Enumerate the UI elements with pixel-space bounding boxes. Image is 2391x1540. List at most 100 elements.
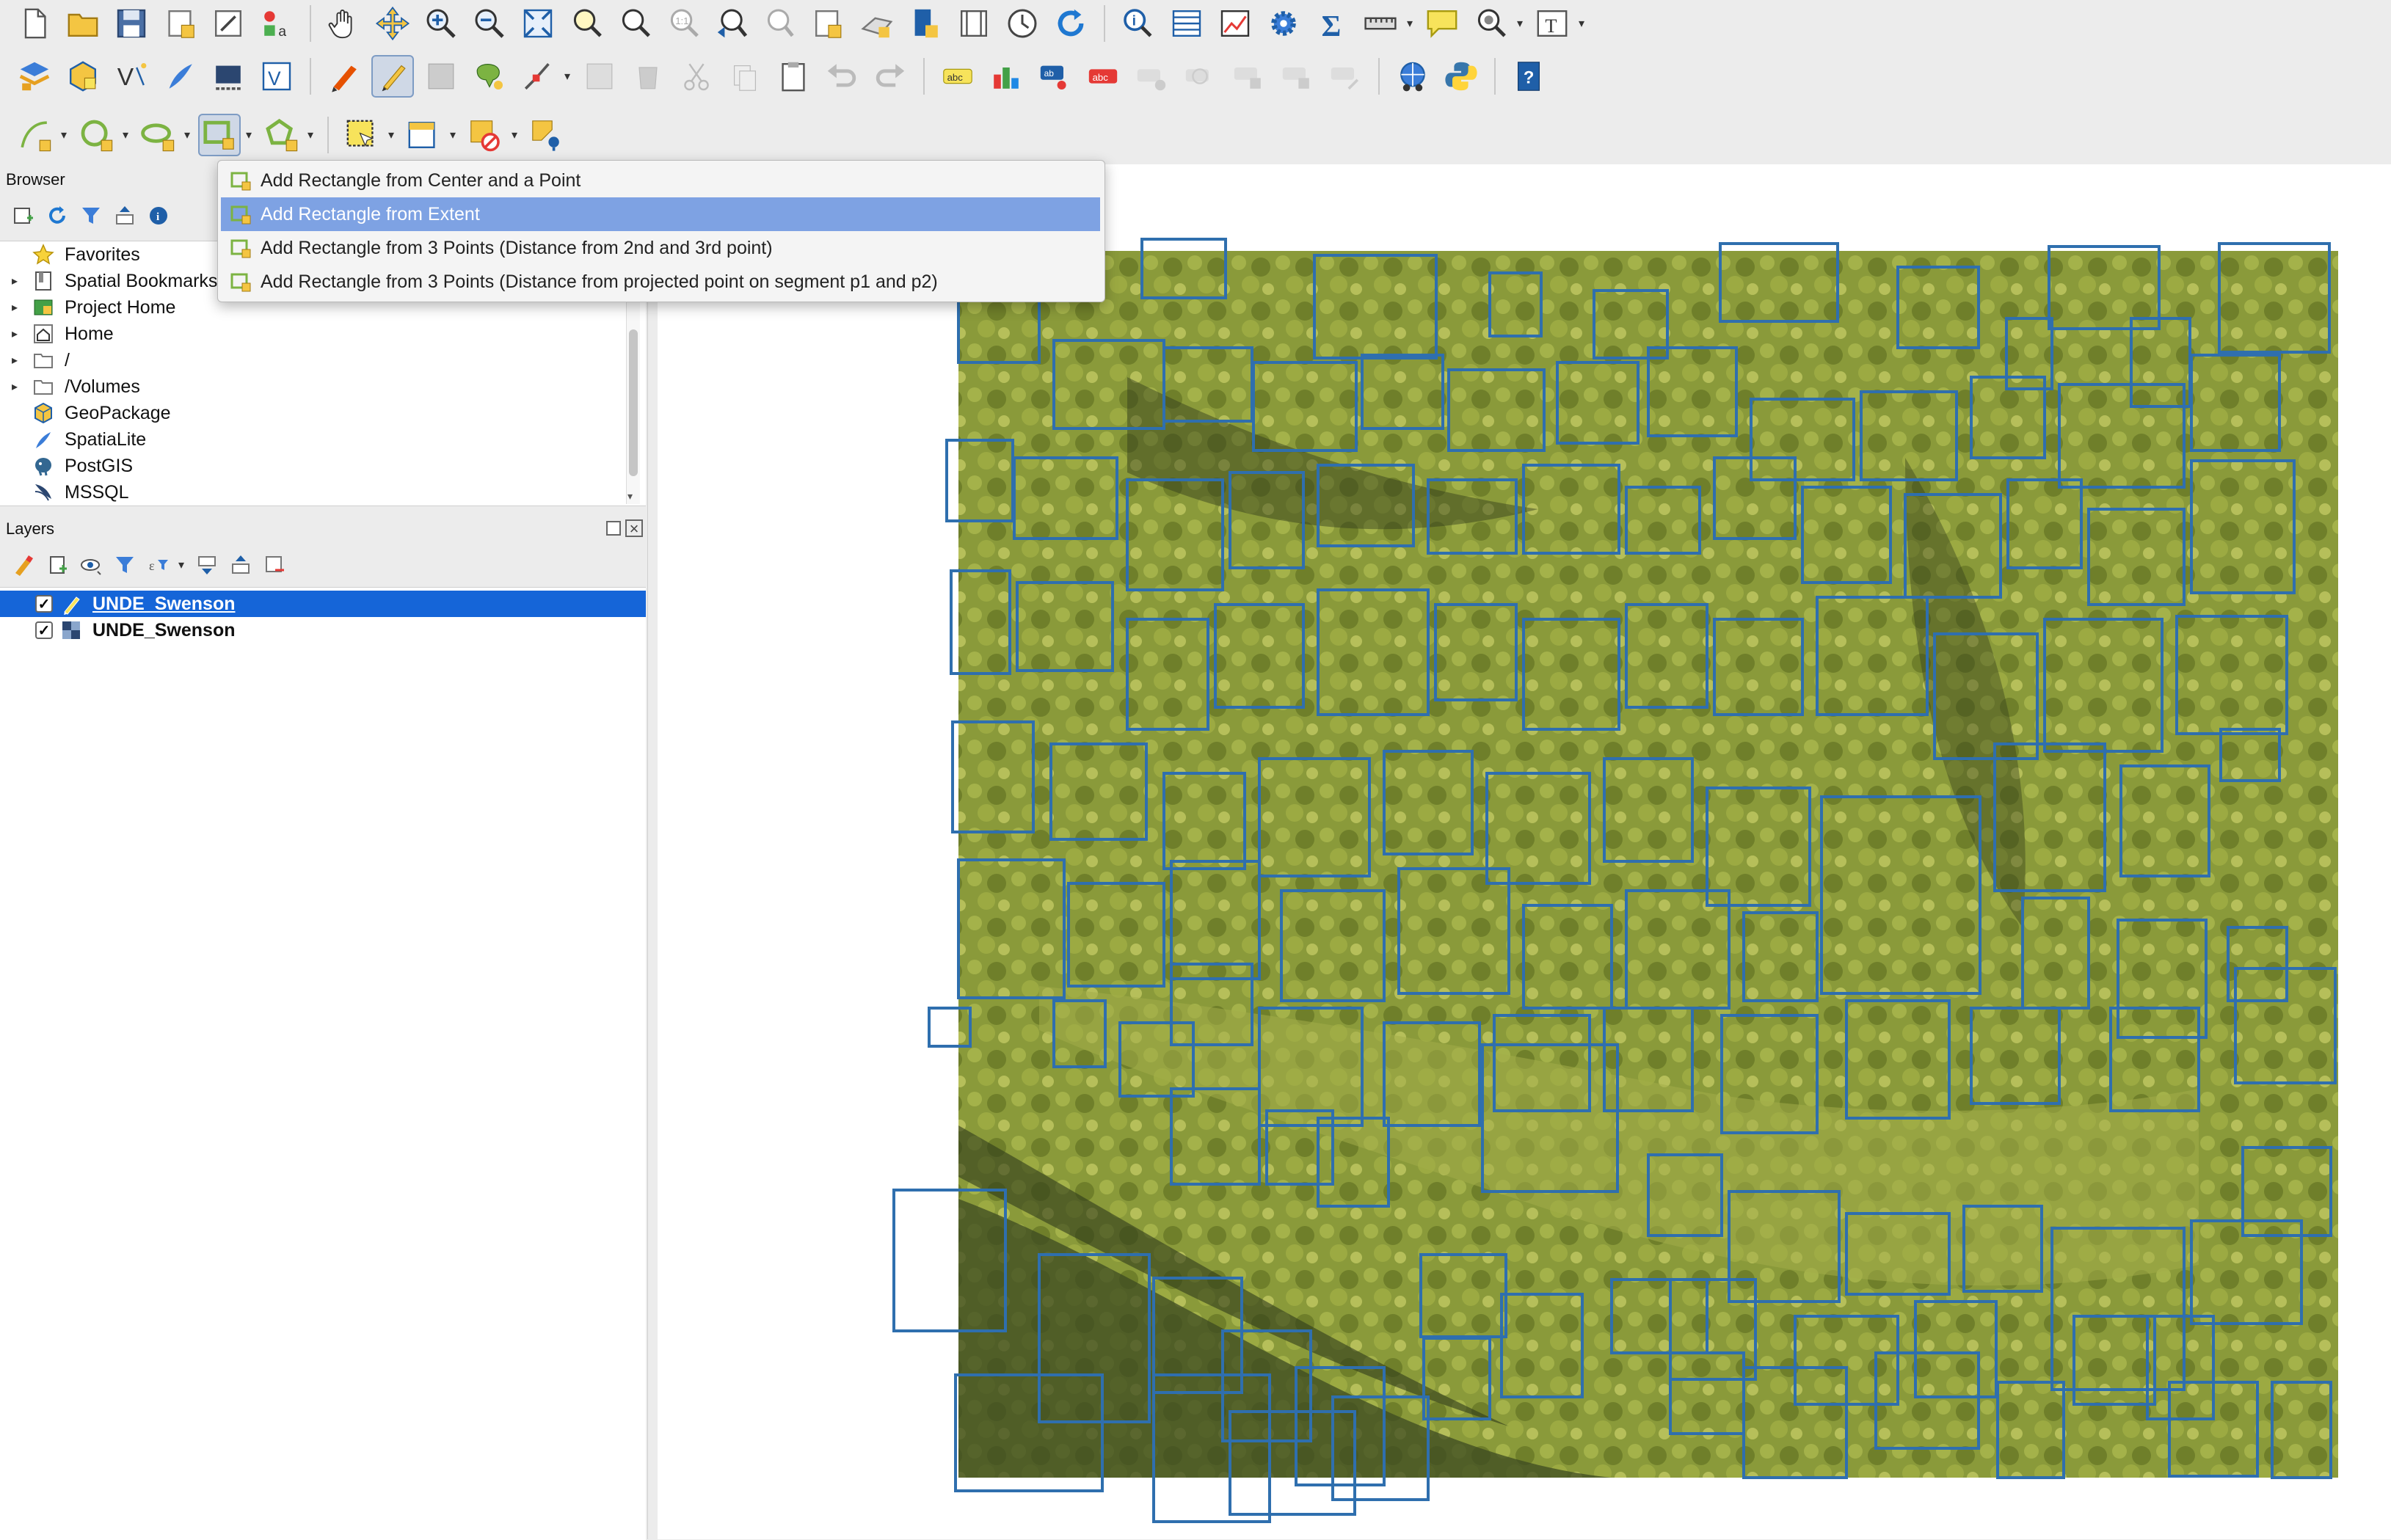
open-project-icon[interactable]: [62, 2, 104, 45]
tree-item-spatialite[interactable]: SpatiaLite: [0, 426, 146, 453]
label-toolbar-icon[interactable]: abc: [936, 55, 979, 98]
tree-item-postgis[interactable]: PostGIS: [0, 453, 133, 479]
pan-icon[interactable]: [323, 2, 365, 45]
chevron-down-icon[interactable]: ▾: [244, 129, 254, 142]
statistics-icon[interactable]: [1214, 2, 1256, 45]
tree-item-spatial-bookmarks[interactable]: ▸ Spatial Bookmarks: [0, 268, 217, 294]
add-virtual-layer-icon[interactable]: V: [255, 55, 298, 98]
current-edits-icon[interactable]: [323, 55, 365, 98]
deselect-icon[interactable]: [464, 114, 506, 156]
change-label-props-icon[interactable]: [1324, 55, 1366, 98]
zoom-full-icon[interactable]: [517, 2, 559, 45]
new-project-icon[interactable]: [13, 2, 56, 45]
tree-item-volumes[interactable]: ▸ /Volumes: [0, 373, 140, 400]
diagram-icon[interactable]: [985, 55, 1027, 98]
rotate-label-icon[interactable]: [1179, 55, 1221, 98]
select-location-icon[interactable]: [525, 114, 568, 156]
show-bookmarks-icon[interactable]: [856, 2, 898, 45]
layer-row-raster[interactable]: ✓ UNDE_Swenson: [0, 617, 646, 643]
chevron-down-icon[interactable]: ▾: [59, 129, 69, 142]
add-line-icon[interactable]: [13, 114, 56, 156]
chevron-down-icon[interactable]: ▾: [305, 129, 316, 142]
zoom-in-icon[interactable]: [420, 2, 462, 45]
expand-all-icon[interactable]: [194, 552, 220, 578]
layer-row-vector[interactable]: ✓ UNDE_Swenson: [0, 591, 646, 617]
cut-features-icon[interactable]: [675, 55, 718, 98]
layer-visibility-checkbox[interactable]: ✓: [35, 595, 53, 613]
info-icon[interactable]: i: [145, 202, 172, 229]
filter-icon[interactable]: [78, 202, 104, 229]
undo-icon[interactable]: [820, 55, 863, 98]
zoom-last-icon[interactable]: [710, 2, 753, 45]
scroll-down-arrow-icon[interactable]: ▾: [627, 490, 633, 503]
zoom-native-icon[interactable]: 1:1: [662, 2, 705, 45]
add-rectangle-icon[interactable]: [198, 114, 241, 156]
add-spatialite-icon[interactable]: [159, 55, 201, 98]
pin-labels-icon[interactable]: ab: [1033, 55, 1076, 98]
panel-float-icon[interactable]: [606, 521, 621, 536]
toggle-editing-icon[interactable]: [371, 55, 414, 98]
chevron-right-icon[interactable]: ▸: [6, 326, 23, 341]
tree-item-home[interactable]: ▸ Home: [0, 321, 114, 347]
remove-layer-icon[interactable]: [261, 552, 288, 578]
digitize-icon[interactable]: [468, 55, 511, 98]
select-features-icon[interactable]: [341, 114, 383, 156]
measure-icon[interactable]: [1359, 2, 1402, 45]
sigma-icon[interactable]: Σ: [1311, 2, 1353, 45]
scrollbar-thumb[interactable]: [629, 329, 638, 476]
modify-attributes-icon[interactable]: [578, 55, 621, 98]
help-icon[interactable]: ?: [1507, 55, 1550, 98]
tree-item-project-home[interactable]: ▸ Project Home: [0, 294, 175, 321]
tree-item-mssql[interactable]: MSSQL: [0, 479, 129, 506]
chevron-down-icon[interactable]: ▾: [509, 129, 520, 142]
tree-item-favorites[interactable]: Favorites: [0, 241, 140, 268]
locator-icon[interactable]: [1469, 2, 1512, 45]
chevron-down-icon[interactable]: ▾: [182, 129, 192, 142]
chevron-right-icon[interactable]: ▸: [6, 379, 23, 394]
chevron-down-icon[interactable]: ▾: [120, 129, 131, 142]
chevron-right-icon[interactable]: ▸: [6, 274, 23, 288]
save-as-icon[interactable]: [159, 2, 201, 45]
paste-features-icon[interactable]: [772, 55, 815, 98]
refresh-icon[interactable]: [44, 202, 70, 229]
identify-icon[interactable]: i: [1117, 2, 1160, 45]
highlight-labels-icon[interactable]: abc: [1082, 55, 1124, 98]
save-project-icon[interactable]: [110, 2, 153, 45]
menu-item-rect-3points-projected[interactable]: Add Rectangle from 3 Points (Distance fr…: [221, 265, 1100, 299]
add-regular-polygon-icon[interactable]: [260, 114, 302, 156]
new-spatial-bookmark-icon[interactable]: [904, 2, 947, 45]
new-bookmark-icon[interactable]: [807, 2, 850, 45]
zoom-to-layer-icon[interactable]: [614, 2, 656, 45]
copy-features-icon[interactable]: [724, 55, 766, 98]
chevron-down-icon[interactable]: ▾: [386, 129, 396, 142]
menu-item-rect-3points-distance[interactable]: Add Rectangle from 3 Points (Distance fr…: [221, 231, 1100, 265]
add-raster-icon[interactable]: [207, 55, 250, 98]
chevron-down-icon[interactable]: ▾: [176, 559, 186, 572]
manage-visibility-icon[interactable]: [78, 552, 104, 578]
add-selected-layers-icon[interactable]: [10, 202, 37, 229]
redo-icon[interactable]: [869, 55, 911, 98]
zoom-next-icon[interactable]: [759, 2, 801, 45]
data-source-manager-icon[interactable]: [13, 55, 56, 98]
python-icon[interactable]: [1440, 55, 1482, 98]
change-label-icon[interactable]: [1227, 55, 1270, 98]
filter-expression-icon[interactable]: ε: [145, 552, 172, 578]
refresh-icon[interactable]: [1049, 2, 1092, 45]
save-edits-icon[interactable]: [420, 55, 462, 98]
collapse-all-icon[interactable]: [112, 202, 138, 229]
chevron-down-icon[interactable]: ▾: [562, 70, 572, 83]
chevron-down-icon[interactable]: ▾: [1405, 18, 1415, 30]
add-vector-icon[interactable]: V: [110, 55, 153, 98]
chevron-down-icon[interactable]: ▾: [1515, 18, 1525, 30]
tree-item-geopackage[interactable]: GeoPackage: [0, 400, 171, 426]
chevron-down-icon[interactable]: ▾: [448, 129, 458, 142]
globe-icon[interactable]: [1391, 55, 1434, 98]
layer-visibility-checkbox[interactable]: ✓: [35, 621, 53, 639]
collapse-all-icon[interactable]: [228, 552, 254, 578]
zoom-to-selection-icon[interactable]: [565, 2, 608, 45]
pan-to-selection-icon[interactable]: [371, 2, 414, 45]
select-by-value-icon[interactable]: [402, 114, 445, 156]
map-tips-icon[interactable]: [1421, 2, 1463, 45]
panel-close-icon[interactable]: ×: [625, 519, 643, 537]
zoom-out-icon[interactable]: [468, 2, 511, 45]
